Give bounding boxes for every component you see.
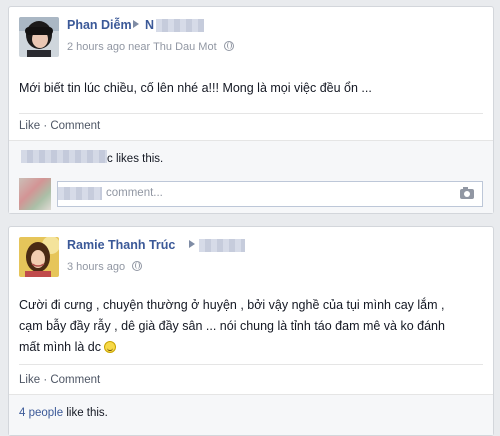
- divider: [19, 113, 483, 114]
- avatar[interactable]: [19, 237, 59, 277]
- likes-count-link[interactable]: 4 people: [19, 407, 63, 419]
- target-name[interactable]: N: [145, 18, 154, 32]
- smiley-icon: [104, 341, 117, 353]
- blurred-name: [156, 19, 204, 32]
- message-line: mất mình là dc: [19, 337, 445, 358]
- blurred-prompt: [58, 187, 102, 200]
- author-name[interactable]: Phan Diễm: [67, 18, 132, 32]
- blurred-name: [199, 239, 245, 252]
- divider: [19, 364, 483, 365]
- comment-link[interactable]: Comment: [50, 374, 100, 386]
- comment-link[interactable]: Comment: [50, 120, 100, 132]
- like-link[interactable]: Like: [19, 120, 40, 132]
- post-message: Cười đi cưng , chuyện thường ở huyện , b…: [19, 295, 445, 358]
- likes-section: 4 people like this.: [9, 394, 493, 435]
- post-meta: 2 hours ago near Thu Dau Mot: [67, 41, 234, 53]
- avatar[interactable]: [19, 17, 59, 57]
- comment-input[interactable]: comment...: [57, 181, 483, 207]
- message-line: cạm bẫy đầy rẫy , dê già đầy sân ... nói…: [19, 319, 445, 333]
- likes-section: c likes this. comment...: [9, 140, 493, 213]
- post-actions: Like · Comment: [19, 120, 101, 132]
- camera-icon[interactable]: [460, 187, 474, 199]
- location-link[interactable]: Thu Dau Mot: [153, 41, 217, 53]
- post-actions: Like · Comment: [19, 374, 101, 386]
- post-meta: 3 hours ago: [67, 261, 143, 273]
- arrow-right-icon: [189, 240, 195, 248]
- likes-text: 4 people like this.: [19, 407, 108, 419]
- post-message: Mới biết tin lúc chiều, cố lên nhé a!!! …: [19, 81, 372, 95]
- post-card: Phan Diễm N 2 hours ago near Thu Dau Mot…: [8, 6, 494, 214]
- message-line: Cười đi cưng , chuyện thường ở huyện , b…: [19, 298, 445, 312]
- post-time[interactable]: 2 hours ago: [67, 41, 125, 53]
- post-card: Ramie Thanh Trúc 3 hours ago Cười đi cưn…: [8, 226, 494, 436]
- author-name[interactable]: Ramie Thanh Trúc: [67, 238, 175, 252]
- post-time[interactable]: 3 hours ago: [67, 261, 125, 273]
- comment-placeholder: comment...: [106, 187, 163, 199]
- likes-text: c likes this.: [107, 153, 164, 165]
- globe-icon[interactable]: [223, 41, 234, 51]
- avatar: [19, 178, 51, 210]
- like-link[interactable]: Like: [19, 374, 40, 386]
- globe-icon[interactable]: [132, 261, 143, 271]
- arrow-right-icon: [133, 20, 139, 28]
- location-prefix: near: [128, 41, 151, 53]
- blurred-names: [21, 150, 107, 163]
